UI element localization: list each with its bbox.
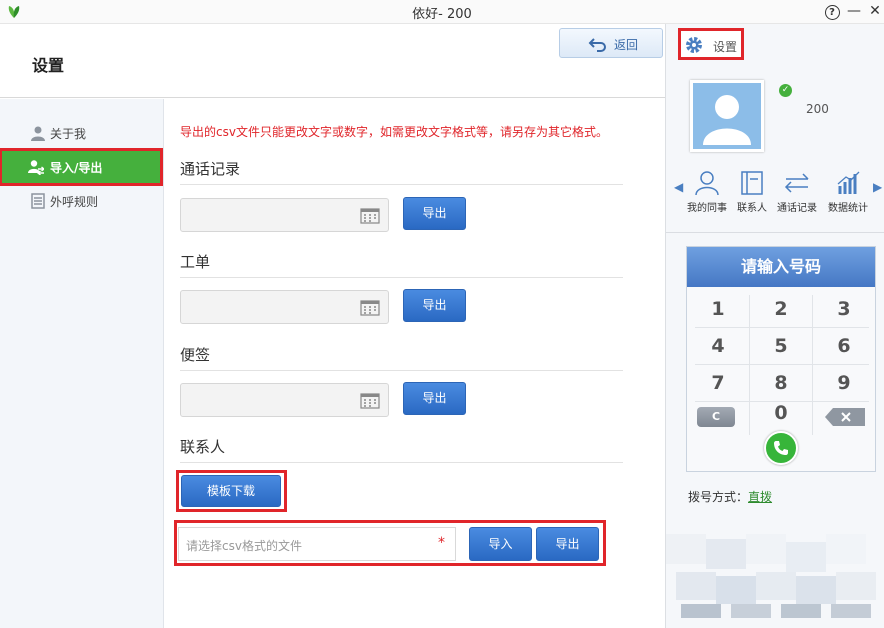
sidebar-item-dial-rules[interactable]: 外呼规则 bbox=[0, 185, 163, 217]
quick-nav: ◀ 我的同事 联系人 通话记录 数据统计 ▶ bbox=[666, 166, 884, 222]
online-status-icon: ✓ bbox=[779, 84, 792, 97]
required-mark: * bbox=[438, 535, 445, 551]
back-label: 返回 bbox=[614, 38, 639, 52]
csv-file-input[interactable]: 请选择csv格式的文件 * bbox=[178, 527, 456, 561]
gear-icon bbox=[686, 37, 702, 53]
dial-key-5[interactable]: 5 bbox=[750, 328, 812, 364]
contacts-book-icon bbox=[741, 171, 763, 195]
return-arrow-icon bbox=[588, 38, 606, 52]
sidebar-item-label: 关于我 bbox=[50, 127, 87, 141]
dial-key-8[interactable]: 8 bbox=[750, 365, 812, 401]
back-button[interactable]: 返回 bbox=[559, 28, 663, 58]
dial-mode: 拨号方式：直拨 bbox=[688, 488, 772, 505]
export-contacts-button[interactable]: 导出 bbox=[536, 527, 599, 561]
import-contacts-button[interactable]: 导入 bbox=[469, 527, 532, 561]
import-export-icon bbox=[28, 160, 44, 175]
settings-button[interactable]: 设置 bbox=[678, 28, 744, 60]
sidebar-item-label: 导入/导出 bbox=[50, 161, 103, 175]
dial-key-6[interactable]: 6 bbox=[813, 328, 875, 364]
calendar-icon bbox=[360, 208, 380, 224]
nav-item-label: 通话记录 bbox=[777, 203, 817, 214]
user-number: 200 bbox=[806, 102, 829, 116]
call-log-date-picker[interactable] bbox=[180, 198, 389, 232]
export-call-log-button[interactable]: 导出 bbox=[403, 197, 466, 230]
divider bbox=[180, 370, 623, 371]
call-button[interactable] bbox=[764, 431, 798, 465]
csv-warning-text: 导出的csv文件只能更改文字或数字，如需更改文字格式等，请另存为其它格式。 bbox=[180, 125, 608, 139]
person-icon bbox=[31, 126, 45, 141]
window-title: 依好- 200 bbox=[412, 7, 472, 22]
divider bbox=[180, 462, 623, 463]
call-log-icon bbox=[784, 173, 809, 193]
dial-key-3[interactable]: 3 bbox=[813, 291, 875, 327]
sidebar: 关于我 导入/导出 外呼规则 bbox=[0, 99, 164, 628]
close-button[interactable]: ✕ bbox=[866, 2, 884, 20]
page-title: 设置 bbox=[32, 56, 65, 75]
notes-date-picker[interactable] bbox=[180, 383, 389, 417]
dial-key-4[interactable]: 4 bbox=[687, 328, 749, 364]
dial-key-0[interactable]: 0 bbox=[750, 399, 812, 427]
dial-key-7[interactable]: 7 bbox=[687, 365, 749, 401]
rules-icon bbox=[31, 193, 45, 209]
section-title-notes: 便签 bbox=[180, 346, 211, 364]
divider bbox=[666, 232, 884, 233]
dial-mode-link[interactable]: 直拨 bbox=[748, 490, 772, 504]
default-avatar-icon bbox=[703, 95, 751, 145]
dial-mode-label: 拨号方式： bbox=[688, 490, 749, 504]
settings-label: 设置 bbox=[713, 40, 738, 54]
export-work-order-button[interactable]: 导出 bbox=[403, 289, 466, 322]
section-title-work-order: 工单 bbox=[180, 253, 211, 271]
page-header: 设置 返回 bbox=[0, 24, 665, 98]
template-download-button[interactable]: 模板下载 bbox=[181, 475, 281, 507]
help-icon: ? bbox=[824, 5, 840, 20]
sidebar-item-about-me[interactable]: 关于我 bbox=[0, 117, 163, 149]
nav-item-call-log[interactable]: 通话记录 bbox=[771, 170, 823, 220]
section-title-contacts: 联系人 bbox=[180, 438, 226, 456]
backspace-icon[interactable] bbox=[825, 407, 865, 427]
avatar[interactable] bbox=[690, 80, 764, 152]
minimize-button[interactable]: — bbox=[845, 2, 863, 20]
dial-key-2[interactable]: 2 bbox=[750, 291, 812, 327]
help-button[interactable]: ? bbox=[823, 2, 841, 20]
nav-item-statistics[interactable]: 数据统计 bbox=[822, 170, 874, 220]
sidebar-item-label: 外呼规则 bbox=[50, 195, 99, 209]
phone-icon bbox=[774, 441, 788, 455]
nav-next-arrow-icon[interactable]: ▶ bbox=[873, 180, 882, 194]
dial-key-9[interactable]: 9 bbox=[813, 365, 875, 401]
calendar-icon bbox=[360, 393, 380, 409]
calendar-icon bbox=[360, 300, 380, 316]
work-order-date-picker[interactable] bbox=[180, 290, 389, 324]
softphone-panel: 设置 ✓ 200 ◀ 我的同事 联系人 通话记录 数据统计 ▶ 请输入号码 1 … bbox=[665, 24, 884, 628]
dial-key-1[interactable]: 1 bbox=[687, 291, 749, 327]
import-export-panel: 导出的csv文件只能更改文字或数字，如需更改文字格式等，请另存为其它格式。 通话… bbox=[165, 99, 665, 628]
clear-button[interactable]: C bbox=[697, 407, 735, 427]
section-title-call-log: 通话记录 bbox=[180, 160, 241, 178]
sidebar-item-import-export[interactable]: 导入/导出 bbox=[0, 148, 163, 186]
file-input-placeholder: 请选择csv格式的文件 bbox=[186, 539, 302, 553]
number-display[interactable]: 请输入号码 bbox=[687, 247, 875, 287]
divider bbox=[180, 277, 623, 278]
divider bbox=[180, 184, 623, 185]
nav-item-label: 数据统计 bbox=[828, 203, 868, 214]
stats-icon bbox=[837, 171, 860, 194]
title-bar: 依好- 200 ? — ✕ bbox=[0, 0, 884, 24]
export-notes-button[interactable]: 导出 bbox=[403, 382, 466, 415]
dialpad: 请输入号码 1 2 3 4 5 6 7 8 9 C 0 bbox=[686, 246, 876, 472]
colleague-icon bbox=[695, 171, 719, 196]
